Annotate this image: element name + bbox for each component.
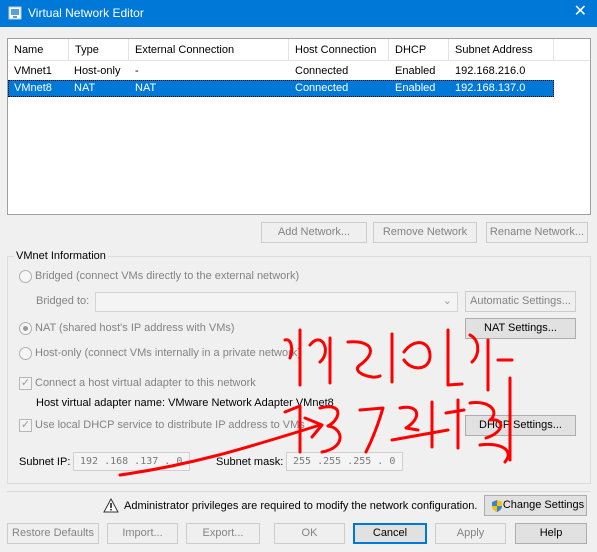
cell-host-connection: Connected — [295, 82, 349, 94]
cell-type: NAT — [74, 82, 96, 94]
export-button[interactable]: Export... — [186, 523, 260, 544]
table-header: Name Type External Connection Host Conne… — [8, 39, 590, 61]
column-header-external-connection[interactable]: External Connection — [129, 39, 289, 61]
cell-dhcp: Enabled — [395, 82, 436, 94]
subnet-ip-label: Subnet IP: — [19, 456, 71, 468]
close-icon[interactable]: ✕ — [574, 3, 587, 21]
nat-label: NAT (shared host's IP address with VMs) — [35, 322, 235, 334]
window-title: Virtual Network Editor — [28, 6, 144, 20]
remove-network-button[interactable]: Remove Network — [373, 222, 477, 243]
use-dhcp-label: Use local DHCP service to distribute IP … — [35, 419, 305, 431]
cell-external-connection: NAT — [135, 82, 157, 94]
group-title: VMnet Information — [14, 250, 108, 262]
cell-host-connection: Connected — [295, 65, 349, 77]
bridged-radio[interactable] — [19, 270, 32, 283]
chevron-down-icon: ⌄ — [442, 295, 452, 307]
uac-shield-icon — [492, 500, 502, 512]
column-header-type[interactable]: Type — [69, 39, 129, 61]
network-table[interactable]: Name Type External Connection Host Conne… — [7, 38, 591, 215]
radio-selected-dot — [23, 326, 28, 331]
bridged-to-label: Bridged to: — [36, 295, 90, 307]
column-header-dhcp[interactable]: DHCP — [389, 39, 449, 61]
column-header-subnet-address[interactable]: Subnet Address — [449, 39, 554, 61]
cell-external-connection: - — [135, 65, 139, 77]
column-header-host-connection[interactable]: Host Connection — [289, 39, 389, 61]
warning-icon — [103, 498, 119, 513]
cell-subnet-address: 192.168.216.0 — [455, 65, 526, 77]
cancel-button[interactable]: Cancel — [353, 523, 427, 544]
import-button[interactable]: Import... — [107, 523, 178, 544]
bridged-to-select[interactable]: ⌄ — [95, 292, 458, 312]
connect-adapter-label: Connect a host virtual adapter to this n… — [35, 377, 256, 389]
cell-subnet-address: 192.168.137.0 — [455, 82, 526, 94]
table-row[interactable]: VMnet1 Host-only - Connected Enabled 192… — [8, 63, 554, 80]
cell-name: VMnet1 — [14, 65, 52, 77]
host-only-radio[interactable] — [19, 347, 32, 360]
bridged-label: Bridged (connect VMs directly to the ext… — [35, 270, 300, 282]
column-header-name[interactable]: Name — [8, 39, 69, 61]
cell-name: VMnet8 — [14, 82, 52, 94]
subnet-ip-input[interactable]: 192 .168 .137 . 0 — [73, 452, 190, 471]
change-settings-button[interactable]: Change Settings — [484, 495, 587, 516]
adapter-name-label: Host virtual adapter name: VMware Networ… — [36, 397, 334, 409]
apply-button[interactable]: Apply — [435, 523, 506, 544]
change-settings-label: Change Settings — [502, 499, 585, 511]
nat-settings-button[interactable]: NAT Settings... — [465, 318, 576, 339]
use-dhcp-checkbox[interactable]: ✓ — [19, 419, 32, 432]
nat-radio[interactable] — [19, 322, 32, 335]
automatic-settings-button[interactable]: Automatic Settings... — [465, 291, 576, 312]
admin-message: Administrator privileges are required to… — [124, 500, 478, 512]
subnet-mask-label: Subnet mask: — [216, 456, 284, 468]
add-network-button[interactable]: Add Network... — [261, 222, 367, 243]
rename-network-button[interactable]: Rename Network... — [486, 222, 588, 243]
connect-adapter-checkbox[interactable]: ✓ — [19, 377, 32, 390]
title-bar: Virtual Network Editor ✕ — [0, 0, 597, 27]
ok-button[interactable]: OK — [274, 523, 345, 544]
vmware-network-icon — [8, 6, 22, 20]
restore-defaults-button[interactable]: Restore Defaults — [7, 523, 99, 544]
cell-type: Host-only — [74, 65, 121, 77]
separator — [7, 491, 591, 492]
help-button[interactable]: Help — [515, 523, 587, 544]
table-row-selected[interactable]: VMnet8 NAT NAT Connected Enabled 192.168… — [8, 80, 554, 97]
subnet-mask-input[interactable]: 255 .255 .255 . 0 — [286, 452, 403, 471]
dhcp-settings-button[interactable]: DHCP Settings... — [465, 415, 576, 436]
cell-dhcp: Enabled — [395, 65, 436, 77]
host-only-label: Host-only (connect VMs internally in a p… — [35, 347, 301, 359]
